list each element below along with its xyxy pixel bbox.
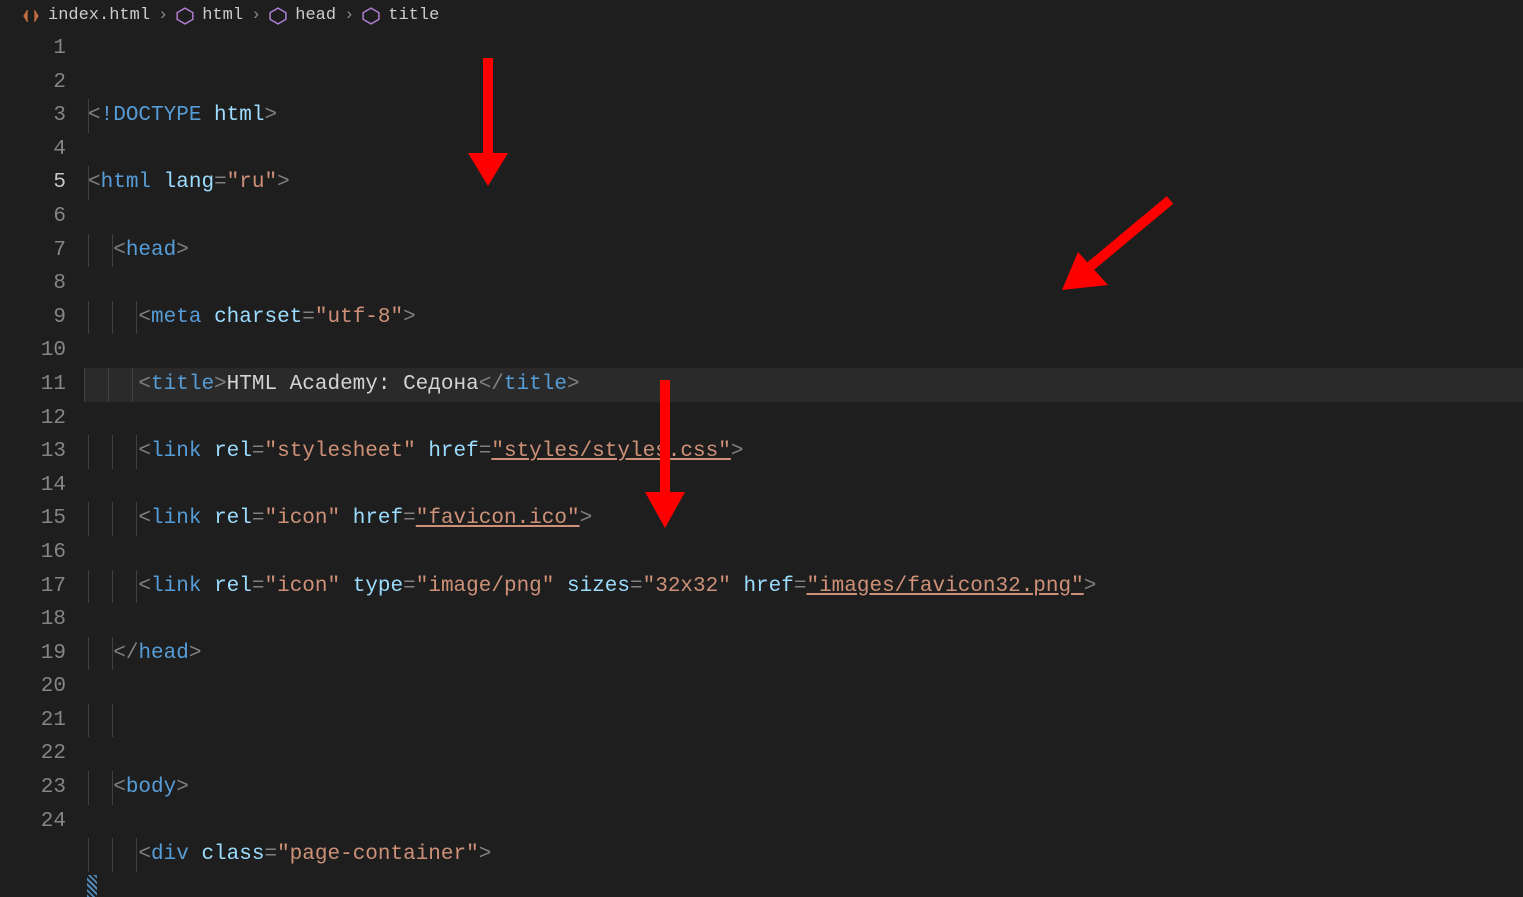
symbol-icon [176, 7, 194, 25]
breadcrumb-segment[interactable]: html [202, 0, 243, 33]
line-number[interactable]: 21 [0, 704, 66, 738]
line-number[interactable]: 5 [0, 166, 66, 200]
code-line[interactable]: <meta charset="utf-8"> [88, 301, 1523, 335]
breadcrumb[interactable]: index.html › html › head › title [0, 0, 1523, 32]
line-number[interactable]: 7 [0, 234, 66, 268]
line-number[interactable]: 3 [0, 99, 66, 133]
line-number[interactable]: 10 [0, 334, 66, 368]
line-number[interactable]: 8 [0, 267, 66, 301]
code-line[interactable]: <body> [88, 771, 1523, 805]
code-line[interactable]: </head> [88, 637, 1523, 671]
line-number[interactable]: 14 [0, 469, 66, 503]
line-number[interactable]: 13 [0, 435, 66, 469]
code-area[interactable]: <!DOCTYPE html> <html lang="ru"> <head> … [88, 32, 1523, 897]
breadcrumb-segment[interactable]: title [388, 0, 439, 33]
line-number[interactable]: 24 [0, 805, 66, 839]
line-number[interactable]: 6 [0, 200, 66, 234]
breadcrumb-segment[interactable]: head [295, 0, 336, 33]
code-line[interactable]: <title>HTML Academy: Седона</title> [84, 368, 1523, 402]
line-number[interactable]: 11 [0, 368, 66, 402]
line-number[interactable]: 19 [0, 637, 66, 671]
code-line[interactable]: <link rel="icon" href="favicon.ico"> [88, 502, 1523, 536]
code-editor[interactable]: 123456789101112131415161718192021222324 … [0, 32, 1523, 897]
line-number-gutter[interactable]: 123456789101112131415161718192021222324 [0, 32, 88, 897]
code-line[interactable]: <!DOCTYPE html> [88, 99, 1523, 133]
line-number[interactable]: 18 [0, 603, 66, 637]
chevron-right-icon: › [158, 0, 168, 33]
line-number[interactable]: 22 [0, 737, 66, 771]
code-line[interactable]: <html lang="ru"> [88, 166, 1523, 200]
code-line[interactable]: <head> [88, 234, 1523, 268]
line-number[interactable]: 9 [0, 301, 66, 335]
chevron-right-icon: › [251, 0, 261, 33]
line-number[interactable]: 20 [0, 670, 66, 704]
file-code-icon [22, 7, 40, 25]
line-number[interactable]: 2 [0, 66, 66, 100]
code-line[interactable]: <link rel="icon" type="image/png" sizes=… [88, 570, 1523, 604]
code-line[interactable] [88, 704, 1523, 738]
breadcrumb-file[interactable]: index.html [48, 0, 150, 33]
chevron-right-icon: › [344, 0, 354, 33]
symbol-icon [269, 7, 287, 25]
line-number[interactable]: 12 [0, 402, 66, 436]
line-number[interactable]: 1 [0, 32, 66, 66]
line-number[interactable]: 16 [0, 536, 66, 570]
code-line[interactable]: <link rel="stylesheet" href="styles/styl… [88, 435, 1523, 469]
line-number[interactable]: 4 [0, 133, 66, 167]
line-number[interactable]: 15 [0, 502, 66, 536]
symbol-icon [362, 7, 380, 25]
modified-indicator-icon [87, 875, 97, 897]
code-line[interactable]: <div class="page-container"> [88, 838, 1523, 872]
line-number[interactable]: 23 [0, 771, 66, 805]
line-number[interactable]: 17 [0, 570, 66, 604]
